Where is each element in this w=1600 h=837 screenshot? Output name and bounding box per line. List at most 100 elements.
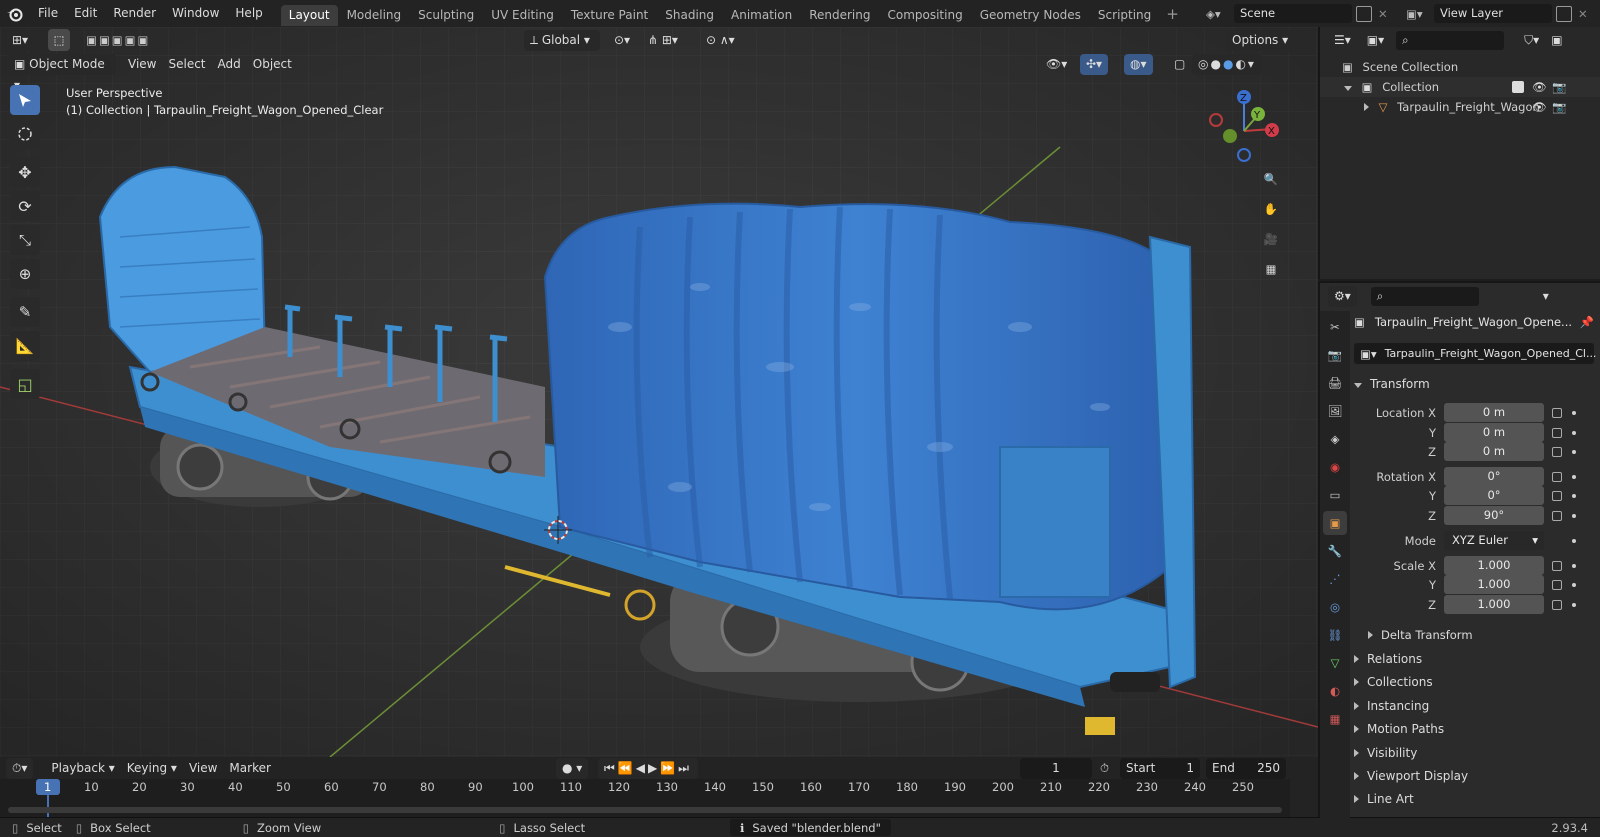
transform-panel-header[interactable]: Transform: [1354, 373, 1594, 395]
outliner-row-collection[interactable]: ▣ Collection 👁 📷: [1320, 77, 1600, 97]
tab-layout[interactable]: Layout: [280, 4, 338, 26]
keyframe-dot-icon[interactable]: [1572, 603, 1576, 607]
tab-render-icon[interactable]: 📷: [1323, 343, 1347, 367]
3d-viewport[interactable]: ⊞▾ ⬚ ▣▣▣▣▣ ⟂ Global ▾ ⊙▾ ⋔ ⊞▾ ⊙ ∧▾ Optio…: [0, 27, 1318, 757]
tab-data-icon[interactable]: ▽: [1323, 651, 1347, 675]
lock-icon[interactable]: [1552, 600, 1562, 610]
pin-icon[interactable]: 📌: [1580, 315, 1594, 329]
selection-mode-icons[interactable]: ▣▣▣▣▣: [86, 33, 150, 47]
rotation-z-field[interactable]: 90°: [1444, 506, 1544, 525]
tab-uv-editing[interactable]: UV Editing: [483, 5, 562, 26]
expand-object-icon[interactable]: [1364, 103, 1369, 111]
tab-texture-paint[interactable]: Texture Paint: [563, 5, 656, 26]
gizmo-toggle-icon[interactable]: ✣▾: [1080, 53, 1109, 75]
select-tool-mode-icon[interactable]: ⬚: [48, 29, 71, 51]
delta-transform-subpanel[interactable]: Delta Transform: [1368, 624, 1594, 646]
object-datablock-field[interactable]: ▣▾ Tarpaulin_Freight_Wagon_Opened_Cl...: [1354, 343, 1596, 364]
start-frame-field[interactable]: Start 1: [1120, 757, 1200, 779]
tab-tool-icon[interactable]: ✂: [1323, 315, 1347, 339]
new-scene-icon[interactable]: [1356, 5, 1372, 22]
keyframe-dot-icon[interactable]: [1572, 475, 1576, 479]
properties-editor-type-icon[interactable]: ⚙▾: [1328, 285, 1357, 307]
lock-icon[interactable]: [1552, 580, 1562, 590]
outliner-filter-icon[interactable]: ⛉▾: [1518, 30, 1545, 51]
visibility-icon[interactable]: 👁▾: [1040, 54, 1073, 75]
editor-type-icon[interactable]: ⊞▾: [6, 29, 35, 51]
lock-icon[interactable]: [1552, 561, 1562, 571]
move-tool-icon[interactable]: ✥: [10, 157, 40, 187]
options-button[interactable]: Options ▾: [1226, 29, 1295, 51]
current-frame-field[interactable]: 1: [1020, 757, 1092, 779]
tab-output-icon[interactable]: 🖨: [1323, 371, 1347, 395]
add-cube-tool-icon[interactable]: ◱: [10, 369, 40, 399]
keyframe-dot-icon[interactable]: [1572, 583, 1576, 587]
lock-icon[interactable]: [1552, 408, 1562, 418]
auto-keying-icon[interactable]: ● ▾: [556, 757, 589, 779]
tab-compositing[interactable]: Compositing: [879, 5, 970, 26]
properties-options-icon[interactable]: ▾: [1537, 286, 1555, 307]
collection-visibility-icon[interactable]: 👁: [1532, 77, 1547, 97]
tab-rendering[interactable]: Rendering: [801, 5, 878, 26]
location-x-field[interactable]: 0 m: [1444, 403, 1544, 422]
perspective-toggle-icon[interactable]: ▦: [1258, 256, 1284, 282]
object-name-label[interactable]: Tarpaulin_Freight_Wagon_Opene...: [1375, 315, 1572, 329]
overlay-toggle-icon[interactable]: ◍▾: [1124, 53, 1153, 75]
keyframe-dot-icon[interactable]: [1572, 514, 1576, 518]
tab-animation[interactable]: Animation: [723, 5, 800, 26]
lock-icon[interactable]: [1552, 491, 1562, 501]
keyframe-dot-icon[interactable]: [1572, 564, 1576, 568]
scale-tool-icon[interactable]: ⤡: [10, 225, 40, 255]
lock-icon[interactable]: [1552, 447, 1562, 457]
tab-sculpting[interactable]: Sculpting: [410, 5, 482, 26]
lock-icon[interactable]: [1552, 428, 1562, 438]
select-box-tool-icon[interactable]: [10, 85, 40, 115]
collections-panel[interactable]: Collections: [1354, 671, 1594, 693]
outliner-row-object[interactable]: ▽ Tarpaulin_Freight_Wagon 👁 📷: [1320, 97, 1600, 117]
relations-panel[interactable]: Relations: [1354, 648, 1594, 670]
playback-menu[interactable]: Playback ▾: [45, 758, 120, 779]
scale-x-field[interactable]: 1.000: [1444, 556, 1544, 575]
menu-window[interactable]: Window: [164, 0, 227, 27]
menu-help[interactable]: Help: [227, 0, 270, 27]
menu-edit[interactable]: Edit: [66, 0, 105, 27]
keyframe-dot-icon[interactable]: [1572, 411, 1576, 415]
proportional-edit-icon[interactable]: ⊙ ∧▾: [700, 30, 741, 51]
camera-view-icon[interactable]: 🎥: [1258, 226, 1284, 252]
menu-add[interactable]: Add: [212, 54, 247, 75]
pivot-point-icon[interactable]: ⊙▾: [608, 30, 636, 51]
location-z-field[interactable]: 0 m: [1444, 442, 1544, 461]
visibility-panel[interactable]: Visibility: [1354, 742, 1594, 764]
rotate-tool-icon[interactable]: ⟳: [10, 191, 40, 221]
tab-modeling[interactable]: Modeling: [339, 5, 410, 26]
keyframe-dot-icon[interactable]: [1572, 450, 1576, 454]
scale-y-field[interactable]: 1.000: [1444, 575, 1544, 594]
object-render-icon[interactable]: 📷: [1552, 97, 1566, 117]
cursor-tool-icon[interactable]: [10, 119, 40, 149]
lock-icon[interactable]: [1552, 472, 1562, 482]
timeline-editor-type-icon[interactable]: ⏱▾: [6, 757, 34, 779]
zoom-icon[interactable]: 🔍: [1258, 166, 1284, 192]
playback-controls[interactable]: ⏮⏪◀▶⏩⏭: [598, 757, 698, 779]
new-collection-icon[interactable]: ▣: [1545, 30, 1568, 51]
properties-search-input[interactable]: ⌕: [1370, 286, 1479, 306]
transform-tool-icon[interactable]: ⊕: [10, 259, 40, 289]
tab-texture-icon[interactable]: ▦: [1323, 707, 1347, 731]
scale-z-field[interactable]: 1.000: [1444, 595, 1544, 614]
stopwatch-icon[interactable]: ⏱: [1100, 761, 1109, 776]
scene-icon[interactable]: ◈▾: [1206, 7, 1234, 21]
object-visibility-icon[interactable]: 👁: [1532, 97, 1547, 117]
marker-menu[interactable]: Marker: [223, 758, 276, 779]
tab-constraints-icon[interactable]: ⛓: [1323, 623, 1347, 647]
blender-logo-icon[interactable]: [0, 0, 30, 27]
viewport-display-panel[interactable]: Viewport Display: [1354, 765, 1594, 787]
outliner-display-mode-icon[interactable]: ▣▾: [1360, 29, 1391, 51]
expand-collection-icon[interactable]: [1344, 86, 1352, 91]
add-workspace-icon[interactable]: +: [1166, 5, 1179, 23]
annotate-tool-icon[interactable]: ✎: [10, 297, 40, 327]
end-frame-field[interactable]: End 250: [1206, 757, 1286, 779]
timeline-track[interactable]: 1 10 20 30 40 50 60 70 80 90 100 110 120…: [0, 779, 1290, 817]
view-layer-icon[interactable]: ▣▾: [1406, 7, 1434, 21]
mode-dropdown[interactable]: ▣ Object Mode ▾: [8, 53, 116, 92]
outliner-row-scene-collection[interactable]: ▣ Scene Collection: [1320, 57, 1600, 77]
keyframe-dot-icon[interactable]: [1572, 494, 1576, 498]
